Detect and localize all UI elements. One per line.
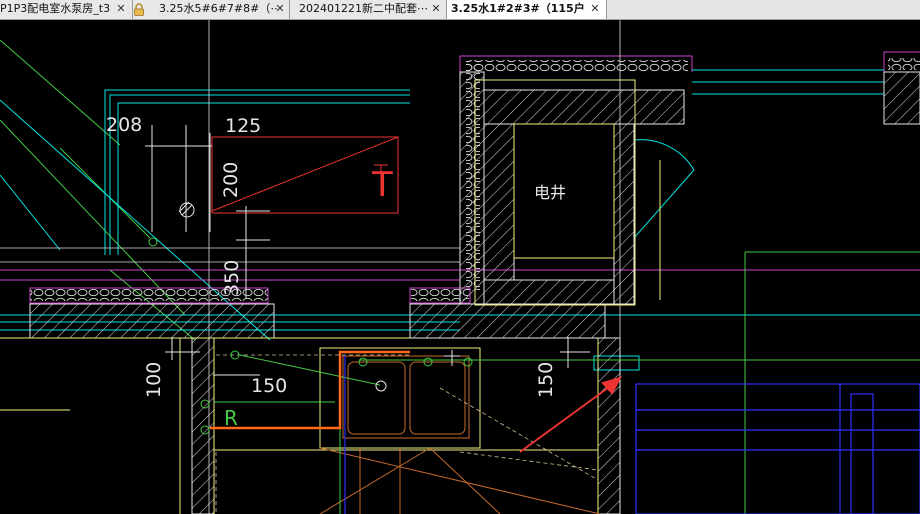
tab-close-icon[interactable]: ✕ [274, 0, 286, 18]
dimension-200: 200 [220, 162, 242, 198]
dimension-150-left: 150 [251, 375, 287, 397]
document-tab-2[interactable]: 3.25水5#6#7#8#（⋯ ✕ [133, 0, 290, 19]
document-tab-4-active[interactable]: 3.25水1#2#3#（115户⋯ ✕ [447, 0, 607, 19]
tab-label: 202401221新二中配套⋯ [299, 2, 428, 15]
document-tab-1[interactable]: P1P3配电室水泵房_t3 ✕ [0, 0, 133, 19]
lock-icon [134, 3, 144, 16]
dimension-125: 125 [225, 115, 261, 137]
orange-pipe [210, 350, 410, 430]
sink-fixture [319, 355, 601, 514]
dimension-150-right: 150 [535, 362, 557, 398]
tab-label: 3.25水1#2#3#（115户⋯ [451, 2, 585, 15]
drawing-canvas[interactable]: T [0, 20, 920, 514]
document-tab-3[interactable]: 202401221新二中配套⋯ ✕ [290, 0, 447, 19]
dimension-100: 100 [143, 362, 165, 398]
dimension-350: 350 [221, 260, 243, 296]
tab-close-icon[interactable]: ✕ [430, 0, 442, 18]
cad-app-window: P1P3配电室水泵房_t3 ✕ 3.25水5#6#7#8#（⋯ ✕ 202401… [0, 0, 920, 514]
dimension-208: 208 [106, 114, 142, 136]
tab-close-icon[interactable]: ✕ [115, 0, 127, 18]
tab-label: P1P3配电室水泵房_t3 [0, 2, 111, 15]
room-label-electric-shaft: 电井 [534, 183, 566, 202]
tab-close-icon[interactable]: ✕ [589, 0, 601, 18]
document-tab-bar: P1P3配电室水泵房_t3 ✕ 3.25水5#6#7#8#（⋯ ✕ 202401… [0, 0, 920, 20]
tag-R: R [224, 406, 238, 430]
tab-label: 3.25水5#6#7#8#（⋯ [159, 2, 277, 15]
tag-T-label: T [371, 165, 393, 205]
